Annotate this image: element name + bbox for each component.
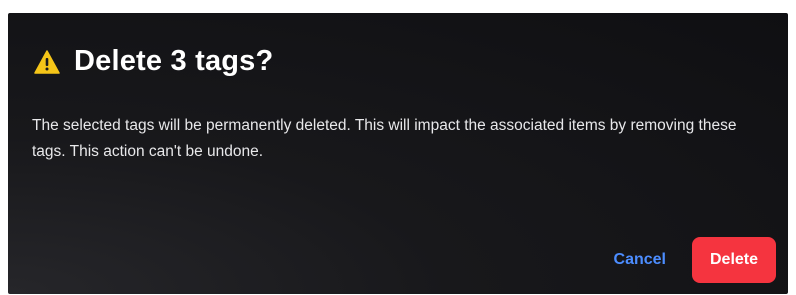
warning-triangle-icon [34,49,60,74]
dialog-message: The selected tags will be permanently de… [32,117,737,160]
cancel-button[interactable]: Cancel [614,251,666,269]
delete-button[interactable]: Delete [692,237,776,283]
dialog-title: Delete 3 tags? [74,45,274,77]
delete-tags-dialog: Delete 3 tags? The selected tags will be… [8,13,788,294]
dialog-header: Delete 3 tags? [34,45,273,78]
dialog-actions: Cancel Delete [614,237,776,283]
